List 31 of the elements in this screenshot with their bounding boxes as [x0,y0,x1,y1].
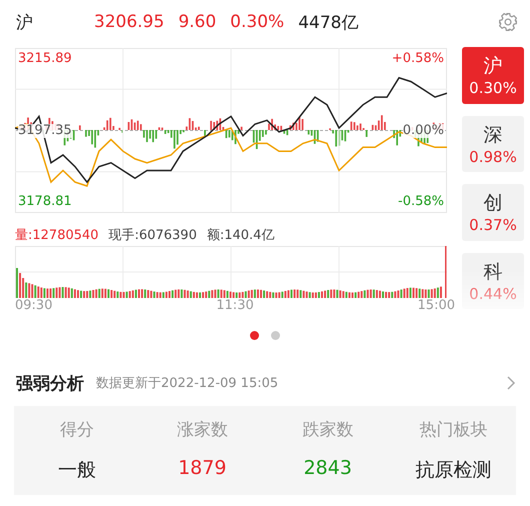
turnover: 4478亿 [298,12,358,34]
price-change: 9.60 [178,12,216,32]
volume-stat: 量:12780540 [15,227,99,244]
stat-value: 抗原检测 [415,458,492,483]
stat-value: 2843 [304,457,352,481]
column-header: 得分 [58,419,95,441]
percent-axis-label: 0.00% [402,124,444,138]
index-tab[interactable]: 创 0.37% [462,184,524,240]
index-tab[interactable]: 科 0.44% [462,252,524,309]
index-name: 沪 [16,12,34,34]
percent-axis-label: +0.58% [392,52,444,66]
time-label: 15:00 [418,298,455,313]
time-label: 11:30 [216,298,254,313]
section-title: 强弱分析 [16,372,84,394]
change-percent: 0.30% [230,12,284,32]
stat-value: 1879 [178,457,226,481]
index-tab[interactable]: 深 0.98% [462,116,524,172]
volume-stat: 额:140.4亿 [206,227,274,244]
time-label: 09:30 [15,298,52,313]
y-axis-label: 3215.89 [18,52,72,66]
volume-stat: 现手:6076390 [108,227,197,244]
index-tab[interactable]: 沪 0.30% [462,47,524,104]
column-header: 涨家数 [176,419,229,441]
y-axis-label: 3197.35 [18,124,72,138]
column-header: 热门板块 [418,419,488,441]
column-header: 跌家数 [301,419,354,441]
y-axis-label: 3178.81 [18,195,72,210]
update-time: 数据更新于2022-12-09 15:05 [96,375,278,392]
stat-value: 一般 [58,458,96,483]
index-price: 3206.95 [94,12,164,32]
percent-axis-label: -0.58% [398,195,444,210]
